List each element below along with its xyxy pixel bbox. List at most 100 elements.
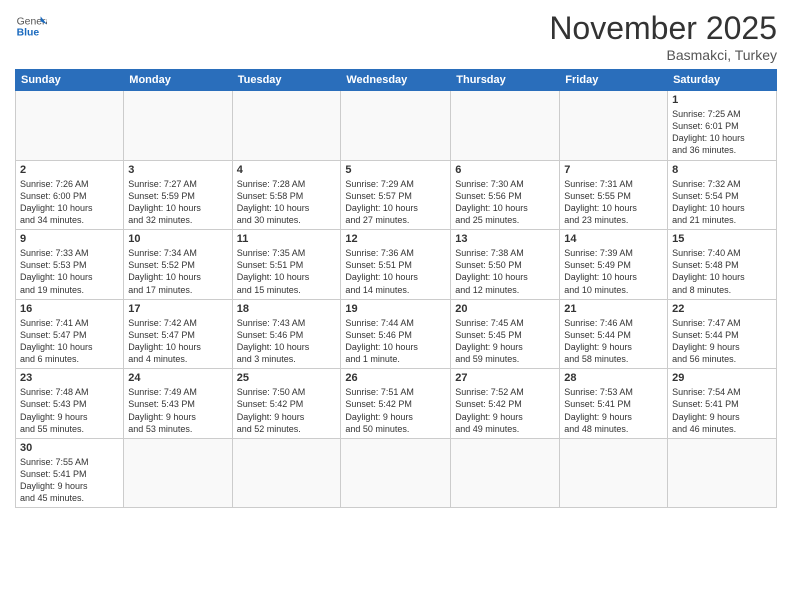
weekday-header-thursday: Thursday <box>451 70 560 91</box>
calendar-week-1: 1 Sunrise: 7:25 AM Sunset: 6:01 PM Daylig… <box>16 91 777 161</box>
calendar-cell <box>560 91 668 161</box>
day-info: Sunrise: 7:45 AM Sunset: 5:45 PM Dayligh… <box>455 317 555 366</box>
day-number: 22 <box>672 303 772 315</box>
day-info: Sunrise: 7:26 AM Sunset: 6:00 PM Dayligh… <box>20 178 119 227</box>
calendar-week-2: 2 Sunrise: 7:26 AM Sunset: 6:00 PM Daylig… <box>16 160 777 230</box>
calendar-week-5: 23 Sunrise: 7:48 AM Sunset: 5:43 PM Dayli… <box>16 369 777 439</box>
day-number: 14 <box>564 233 663 245</box>
day-info: Sunrise: 7:43 AM Sunset: 5:46 PM Dayligh… <box>237 317 337 366</box>
day-number: 23 <box>20 372 119 384</box>
calendar-cell: 2 Sunrise: 7:26 AM Sunset: 6:00 PM Daylig… <box>16 160 124 230</box>
calendar-cell: 24Sunrise: 7:49 AM Sunset: 5:43 PM Dayli… <box>124 369 232 439</box>
day-info: Sunrise: 7:53 AM Sunset: 5:41 PM Dayligh… <box>564 386 663 435</box>
calendar-cell: 16Sunrise: 7:41 AM Sunset: 5:47 PM Dayli… <box>16 299 124 369</box>
day-info: Sunrise: 7:33 AM Sunset: 5:53 PM Dayligh… <box>20 247 119 296</box>
calendar-cell: 8 Sunrise: 7:32 AM Sunset: 5:54 PM Daylig… <box>668 160 777 230</box>
day-info: Sunrise: 7:46 AM Sunset: 5:44 PM Dayligh… <box>564 317 663 366</box>
calendar-cell: 1 Sunrise: 7:25 AM Sunset: 6:01 PM Daylig… <box>668 91 777 161</box>
calendar-cell: 6Sunrise: 7:30 AM Sunset: 5:56 PM Daylig… <box>451 160 560 230</box>
day-number: 29 <box>672 372 772 384</box>
day-number: 30 <box>20 442 119 454</box>
day-info: Sunrise: 7:30 AM Sunset: 5:56 PM Dayligh… <box>455 178 555 227</box>
calendar-cell: 29Sunrise: 7:54 AM Sunset: 5:41 PM Dayli… <box>668 369 777 439</box>
month-title: November 2025 <box>549 10 777 47</box>
day-info: Sunrise: 7:25 AM Sunset: 6:01 PM Dayligh… <box>672 108 772 157</box>
calendar-table: SundayMondayTuesdayWednesdayThursdayFrid… <box>15 69 777 508</box>
day-info: Sunrise: 7:41 AM Sunset: 5:47 PM Dayligh… <box>20 317 119 366</box>
calendar-cell <box>232 91 341 161</box>
calendar-cell <box>451 91 560 161</box>
day-info: Sunrise: 7:50 AM Sunset: 5:42 PM Dayligh… <box>237 386 337 435</box>
calendar-cell: 27 Sunrise: 7:52 AM Sunset: 5:42 PM Dayli… <box>451 369 560 439</box>
calendar-cell: 10 Sunrise: 7:34 AM Sunset: 5:52 PM Dayli… <box>124 230 232 300</box>
calendar-week-4: 16Sunrise: 7:41 AM Sunset: 5:47 PM Dayli… <box>16 299 777 369</box>
day-info: Sunrise: 7:38 AM Sunset: 5:50 PM Dayligh… <box>455 247 555 296</box>
calendar-cell <box>341 438 451 508</box>
calendar-cell <box>232 438 341 508</box>
day-number: 10 <box>128 233 227 245</box>
day-number: 11 <box>237 233 337 245</box>
day-info: Sunrise: 7:36 AM Sunset: 5:51 PM Dayligh… <box>345 247 446 296</box>
day-number: 27 <box>455 372 555 384</box>
day-info: Sunrise: 7:27 AM Sunset: 5:59 PM Dayligh… <box>128 178 227 227</box>
day-number: 28 <box>564 372 663 384</box>
calendar-cell <box>341 91 451 161</box>
calendar-cell <box>124 91 232 161</box>
calendar-week-6: 30 Sunrise: 7:55 AM Sunset: 5:41 PM Dayli… <box>16 438 777 508</box>
day-info: Sunrise: 7:28 AM Sunset: 5:58 PM Dayligh… <box>237 178 337 227</box>
calendar-cell: 20 Sunrise: 7:45 AM Sunset: 5:45 PM Dayli… <box>451 299 560 369</box>
day-info: Sunrise: 7:32 AM Sunset: 5:54 PM Dayligh… <box>672 178 772 227</box>
day-number: 5 <box>345 164 446 176</box>
logo: General Blue <box>15 10 47 42</box>
calendar-cell <box>16 91 124 161</box>
day-number: 4 <box>237 164 337 176</box>
day-info: Sunrise: 7:51 AM Sunset: 5:42 PM Dayligh… <box>345 386 446 435</box>
day-info: Sunrise: 7:47 AM Sunset: 5:44 PM Dayligh… <box>672 317 772 366</box>
calendar-cell: 23 Sunrise: 7:48 AM Sunset: 5:43 PM Dayli… <box>16 369 124 439</box>
calendar-cell: 12Sunrise: 7:36 AM Sunset: 5:51 PM Dayli… <box>341 230 451 300</box>
day-info: Sunrise: 7:52 AM Sunset: 5:42 PM Dayligh… <box>455 386 555 435</box>
day-number: 17 <box>128 303 227 315</box>
day-info: Sunrise: 7:40 AM Sunset: 5:48 PM Dayligh… <box>672 247 772 296</box>
logo-icon: General Blue <box>15 10 47 42</box>
day-info: Sunrise: 7:55 AM Sunset: 5:41 PM Dayligh… <box>20 456 119 505</box>
day-number: 9 <box>20 233 119 245</box>
day-number: 20 <box>455 303 555 315</box>
page-header: General Blue November 2025 Basmakci, Tur… <box>15 10 777 63</box>
day-number: 26 <box>345 372 446 384</box>
calendar-cell: 22 Sunrise: 7:47 AM Sunset: 5:44 PM Dayli… <box>668 299 777 369</box>
weekday-header-wednesday: Wednesday <box>341 70 451 91</box>
location: Basmakci, Turkey <box>549 47 777 63</box>
calendar-cell: 14Sunrise: 7:39 AM Sunset: 5:49 PM Dayli… <box>560 230 668 300</box>
day-info: Sunrise: 7:48 AM Sunset: 5:43 PM Dayligh… <box>20 386 119 435</box>
day-number: 8 <box>672 164 772 176</box>
weekday-header-tuesday: Tuesday <box>232 70 341 91</box>
calendar-cell: 7Sunrise: 7:31 AM Sunset: 5:55 PM Daylig… <box>560 160 668 230</box>
calendar-cell <box>668 438 777 508</box>
calendar-cell: 21 Sunrise: 7:46 AM Sunset: 5:44 PM Dayli… <box>560 299 668 369</box>
day-number: 18 <box>237 303 337 315</box>
day-info: Sunrise: 7:31 AM Sunset: 5:55 PM Dayligh… <box>564 178 663 227</box>
day-number: 13 <box>455 233 555 245</box>
day-number: 15 <box>672 233 772 245</box>
day-number: 25 <box>237 372 337 384</box>
calendar-cell: 30 Sunrise: 7:55 AM Sunset: 5:41 PM Dayli… <box>16 438 124 508</box>
calendar-week-3: 9 Sunrise: 7:33 AM Sunset: 5:53 PM Daylig… <box>16 230 777 300</box>
day-number: 1 <box>672 94 772 106</box>
calendar-cell <box>451 438 560 508</box>
day-info: Sunrise: 7:49 AM Sunset: 5:43 PM Dayligh… <box>128 386 227 435</box>
day-info: Sunrise: 7:29 AM Sunset: 5:57 PM Dayligh… <box>345 178 446 227</box>
calendar-cell: 28 Sunrise: 7:53 AM Sunset: 5:41 PM Dayli… <box>560 369 668 439</box>
day-number: 21 <box>564 303 663 315</box>
day-number: 2 <box>20 164 119 176</box>
day-info: Sunrise: 7:34 AM Sunset: 5:52 PM Dayligh… <box>128 247 227 296</box>
calendar-cell: 4 Sunrise: 7:28 AM Sunset: 5:58 PM Daylig… <box>232 160 341 230</box>
day-number: 3 <box>128 164 227 176</box>
calendar-cell: 13 Sunrise: 7:38 AM Sunset: 5:50 PM Dayli… <box>451 230 560 300</box>
day-info: Sunrise: 7:44 AM Sunset: 5:46 PM Dayligh… <box>345 317 446 366</box>
day-info: Sunrise: 7:35 AM Sunset: 5:51 PM Dayligh… <box>237 247 337 296</box>
svg-text:Blue: Blue <box>17 28 40 39</box>
calendar-cell: 26 Sunrise: 7:51 AM Sunset: 5:42 PM Dayli… <box>341 369 451 439</box>
calendar-cell: 3 Sunrise: 7:27 AM Sunset: 5:59 PM Daylig… <box>124 160 232 230</box>
calendar-cell <box>124 438 232 508</box>
